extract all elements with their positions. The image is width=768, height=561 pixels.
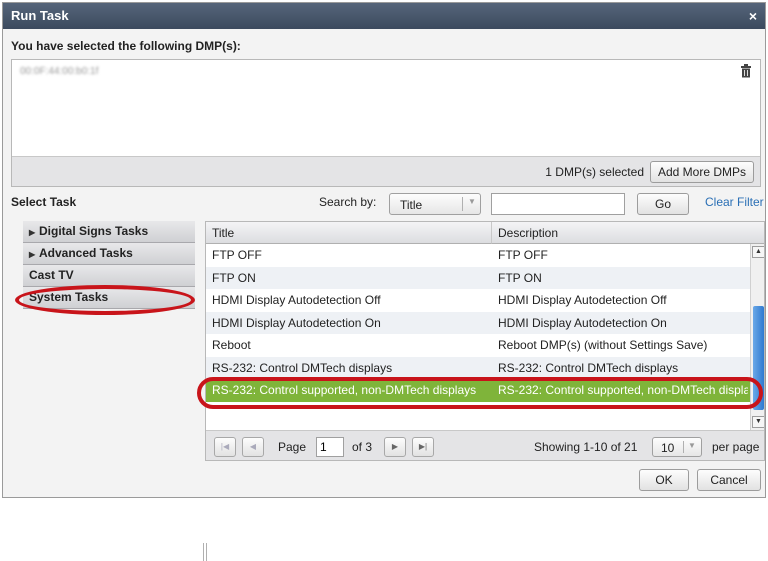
selected-dmps-heading: You have selected the following DMP(s):: [11, 39, 241, 53]
row-title: RS-232: Control DMTech displays: [212, 360, 393, 375]
row-title: HDMI Display Autodetection Off: [212, 293, 381, 307]
row-description: Reboot DMP(s) (without Settings Save): [498, 338, 708, 352]
first-page-icon[interactable]: |◀: [214, 437, 236, 457]
scroll-up-icon[interactable]: ▲: [752, 246, 764, 258]
dialog-titlebar: Run Task ×: [3, 3, 765, 29]
clear-filter-link[interactable]: Clear Filter: [705, 195, 764, 209]
task-table: Title Description FTP OFF FTP OFF FTP ON…: [205, 221, 765, 461]
dmp-entry[interactable]: 00:0F:44:00:b0:1f: [20, 66, 98, 77]
search-input[interactable]: [491, 193, 625, 215]
dmp-list: 00:0F:44:00:b0:1f: [12, 60, 760, 156]
trash-icon[interactable]: [740, 64, 752, 78]
prev-page-icon[interactable]: ◀: [242, 437, 264, 457]
per-page-value: 10: [661, 441, 675, 455]
row-description: HDMI Display Autodetection Off: [498, 293, 667, 307]
header-corner: [750, 222, 764, 244]
nav-item-label: System Tasks: [29, 290, 109, 304]
row-description: RS-232: Control DMTech displays: [498, 360, 679, 375]
table-row[interactable]: FTP ON FTP ON: [206, 266, 750, 289]
chevron-right-icon: ▶: [29, 228, 36, 237]
select-task-heading: Select Task: [11, 195, 77, 209]
search-by-value: Title: [400, 198, 423, 212]
scrollbar-thumb[interactable]: [753, 306, 764, 410]
task-category-nav: ▶ Digital Signs Tasks ▶ Advanced Tasks Cas…: [23, 221, 207, 561]
go-button[interactable]: Go: [637, 193, 689, 215]
run-task-dialog: Run Task × You have selected the followi…: [2, 2, 766, 561]
dmp-panel: 00:0F:44:00:b0:1f 1 DMP(s) selected Add …: [11, 59, 761, 187]
chevron-right-icon: ▶: [29, 250, 36, 259]
pagination-bar: |◀ ◀ Page of 3 ▶ ▶| Showing 1-10 of 21 1…: [206, 430, 764, 460]
page-label: Page: [278, 440, 307, 454]
table-row[interactable]: HDMI Display Autodetection On HDMI Displ…: [206, 311, 750, 334]
nav-item-system-tasks[interactable]: System Tasks: [23, 287, 195, 309]
row-title: FTP ON: [212, 270, 256, 285]
nav-item-label: Digital Signs Tasks: [39, 224, 149, 238]
nav-item-digital-signs-tasks[interactable]: ▶ Digital Signs Tasks: [23, 221, 195, 243]
scroll-down-icon[interactable]: ▼: [752, 416, 764, 428]
table-row[interactable]: Reboot Reboot DMP(s) (without Settings S…: [206, 334, 750, 357]
table-row[interactable]: HDMI Display Autodetection Off HDMI Disp…: [206, 289, 750, 312]
nav-item-advanced-tasks[interactable]: ▶ Advanced Tasks: [23, 243, 195, 265]
search-by-select[interactable]: Title ▼: [389, 193, 481, 215]
row-description: RS-232: Control supported, non-DMTech di…: [498, 383, 748, 397]
page-number-input[interactable]: [316, 437, 344, 457]
table-row[interactable]: RS-232: Control DMTech displays RS-232: …: [206, 356, 750, 379]
row-title: Reboot: [212, 338, 251, 352]
cancel-button[interactable]: Cancel: [697, 469, 761, 491]
row-title: HDMI Display Autodetection On: [212, 315, 381, 330]
row-title: RS-232: Control supported, non-DMTech di…: [212, 383, 477, 397]
search-by-label: Search by:: [319, 195, 377, 209]
results-count: Showing 1-10 of 21: [534, 440, 638, 454]
nav-item-label: Cast TV: [29, 268, 74, 282]
nav-item-label: Advanced Tasks: [39, 246, 133, 260]
select-divider: [683, 441, 684, 453]
dialog-title: Run Task: [11, 8, 69, 23]
column-header-title[interactable]: Title: [206, 222, 492, 244]
row-title: FTP OFF: [212, 248, 262, 262]
per-page-select[interactable]: 10 ▼: [652, 437, 702, 457]
page-total-label: of 3: [352, 440, 373, 454]
row-description: FTP ON: [498, 270, 542, 285]
close-icon[interactable]: ×: [749, 3, 757, 29]
table-vertical-scrollbar[interactable]: ▲ ▼: [750, 244, 764, 430]
table-row-selected[interactable]: RS-232: Control supported, non-DMTech di…: [206, 379, 750, 402]
panel-splitter-handle[interactable]: [203, 543, 207, 561]
column-header-description[interactable]: Description: [492, 222, 750, 244]
chevron-down-icon: ▼: [688, 441, 696, 450]
ok-button[interactable]: OK: [639, 469, 689, 491]
row-description: HDMI Display Autodetection On: [498, 315, 667, 330]
add-more-dmps-button[interactable]: Add More DMPs: [650, 161, 754, 183]
nav-item-cast-tv[interactable]: Cast TV: [23, 265, 195, 287]
table-row[interactable]: FTP OFF FTP OFF: [206, 244, 750, 267]
chevron-down-icon: ▼: [468, 197, 476, 206]
select-divider: [462, 197, 463, 211]
last-page-icon[interactable]: ▶|: [412, 437, 434, 457]
per-page-label: per page: [712, 440, 760, 454]
dmp-count: 1 DMP(s) selected: [545, 165, 644, 179]
row-description: FTP OFF: [498, 248, 548, 262]
next-page-icon[interactable]: ▶: [384, 437, 406, 457]
dmp-footer: 1 DMP(s) selected Add More DMPs: [12, 156, 760, 186]
